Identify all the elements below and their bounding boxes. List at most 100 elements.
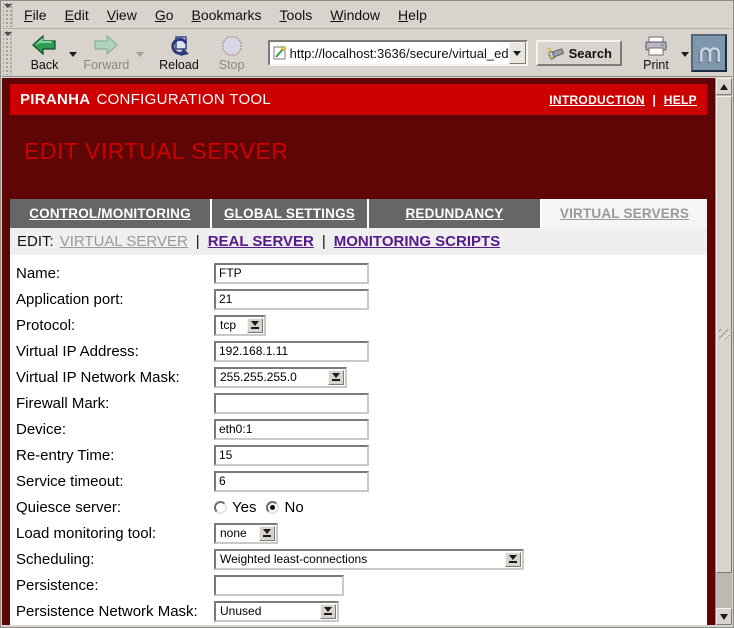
print-icon: [643, 35, 669, 57]
quiesce-server-label: Quiesce server:: [16, 499, 214, 516]
menu-tools[interactable]: Tools: [271, 3, 322, 27]
vertical-scrollbar[interactable]: [715, 78, 732, 625]
quiesce-server-radio-no[interactable]: [266, 501, 279, 514]
brand-subtitle: CONFIGURATION TOOL: [96, 91, 271, 108]
scheduling-label: Scheduling:: [16, 551, 214, 568]
firewall-mark-input[interactable]: [214, 393, 369, 414]
scrollbar-thumb[interactable]: [716, 96, 732, 573]
back-button[interactable]: Back: [22, 34, 66, 73]
scheduling-select[interactable]: Weighted least-connections: [214, 549, 524, 570]
subnav-link-virtual-server[interactable]: VIRTUAL SERVER: [60, 233, 188, 250]
menu-file[interactable]: File: [15, 3, 56, 27]
form-row-re-entry-time: Re-entry Time:: [16, 442, 707, 468]
dropdown-arrow-icon[interactable]: [328, 370, 344, 385]
quiesce-server-radio-label-yes: Yes: [232, 499, 256, 516]
load-monitoring-tool-selected-value: none: [216, 526, 247, 540]
forward-dropdown-arrow[interactable]: [133, 52, 146, 73]
form-row-device: Device:: [16, 416, 707, 442]
load-monitoring-tool-select[interactable]: none: [214, 523, 278, 544]
navigation-toolbar: Back Forward: [2, 30, 732, 77]
reload-label: Reload: [159, 58, 199, 72]
virtual-ip-network-mask-select[interactable]: 255.255.255.0: [214, 367, 347, 388]
menubar-grippy[interactable]: [3, 3, 13, 27]
dropdown-arrow-icon[interactable]: [259, 526, 275, 541]
introduction-link[interactable]: INTRODUCTION: [549, 93, 645, 107]
form-row-application-port: Application port:: [16, 286, 707, 312]
service-timeout-input[interactable]: [214, 471, 369, 492]
subnav-separator: |: [322, 233, 326, 250]
load-monitoring-tool-label: Load monitoring tool:: [16, 525, 214, 542]
print-button[interactable]: Print: [634, 34, 678, 73]
subnav-link-monitoring-scripts[interactable]: MONITORING SCRIPTS: [334, 233, 500, 250]
forward-button[interactable]: Forward: [79, 34, 133, 73]
tab-virtual-servers[interactable]: VIRTUAL SERVERS: [542, 199, 707, 228]
tab-global-settings[interactable]: GLOBAL SETTINGS: [212, 199, 369, 228]
form-row-persistence-network-mask: Persistence Network Mask:Unused: [16, 598, 707, 624]
persistence-network-mask-select[interactable]: Unused: [214, 601, 339, 622]
device-input[interactable]: [214, 419, 369, 440]
tab-label: CONTROL/MONITORING: [29, 206, 191, 221]
quiesce-server-radio-label-no: No: [284, 499, 303, 516]
url-input[interactable]: [290, 46, 509, 61]
virtual-ip-network-mask-selected-value: 255.255.255.0: [216, 370, 297, 384]
dropdown-arrow-icon[interactable]: [320, 604, 336, 619]
main-tabs: CONTROL/MONITORING GLOBAL SETTINGSREDUNDA…: [10, 199, 707, 228]
dropdown-arrow-icon[interactable]: [247, 318, 263, 333]
subnav-link-real-server[interactable]: REAL SERVER: [208, 233, 314, 250]
menu-go[interactable]: Go: [146, 3, 183, 27]
menu-view[interactable]: View: [98, 3, 146, 27]
re-entry-time-input[interactable]: [214, 445, 369, 466]
brand-piranha: PIRANHA: [20, 91, 90, 108]
menu-help[interactable]: Help: [389, 3, 436, 27]
dropdown-arrow-icon[interactable]: [505, 552, 521, 567]
persistence-network-mask-selected-value: Unused: [216, 604, 261, 618]
menu-edit[interactable]: Edit: [56, 3, 98, 27]
name-input[interactable]: [214, 263, 369, 284]
browser-viewport: PIRANHA CONFIGURATION TOOL INTRODUCTION …: [2, 78, 732, 625]
help-link[interactable]: HELP: [664, 93, 697, 107]
form-row-load-monitoring-tool: Load monitoring tool:none: [16, 520, 707, 546]
tab-label: VIRTUAL SERVERS: [560, 206, 689, 221]
toolbar-grippy[interactable]: [3, 31, 12, 75]
menu-window[interactable]: Window: [321, 3, 389, 27]
stop-button[interactable]: Stop: [210, 34, 254, 73]
firewall-mark-label: Firewall Mark:: [16, 395, 214, 412]
url-dropdown-button[interactable]: [509, 42, 526, 64]
forward-icon: [93, 35, 119, 57]
persistence-input[interactable]: [214, 575, 344, 596]
protocol-select[interactable]: tcp: [214, 315, 266, 336]
form-row-service-timeout: Service timeout:: [16, 468, 707, 494]
subnav-separator: |: [196, 233, 200, 250]
subnav-prefix: EDIT:: [17, 233, 54, 250]
virtual-ip-address-input[interactable]: [214, 341, 369, 362]
menu-bookmarks[interactable]: Bookmarks: [183, 3, 271, 27]
virtual-server-form: Name:Application port:Protocol:tcpVirtua…: [10, 255, 707, 624]
virtual-ip-address-label: Virtual IP Address:: [16, 343, 214, 360]
application-port-input[interactable]: [214, 289, 369, 310]
back-label: Back: [31, 58, 59, 72]
back-dropdown-arrow[interactable]: [66, 52, 79, 73]
quiesce-server-radio-yes[interactable]: [214, 501, 227, 514]
print-dropdown-arrow[interactable]: [678, 52, 691, 73]
reload-button[interactable]: Reload: [156, 34, 201, 73]
tab-control-monitoring[interactable]: CONTROL/MONITORING: [10, 199, 212, 228]
url-bar: [268, 40, 528, 66]
mozilla-throbber[interactable]: [691, 34, 727, 72]
piranha-page: PIRANHA CONFIGURATION TOOL INTRODUCTION …: [2, 78, 715, 625]
menu-bar-items: FileEditViewGoBookmarksToolsWindowHelp: [15, 3, 436, 27]
tab-redundancy[interactable]: REDUNDANCY: [369, 199, 542, 228]
print-label: Print: [643, 58, 669, 72]
persistence-label: Persistence:: [16, 577, 214, 594]
device-label: Device:: [16, 421, 214, 438]
scroll-down-button[interactable]: [716, 608, 732, 625]
page-header-bar: PIRANHA CONFIGURATION TOOL INTRODUCTION …: [10, 84, 707, 115]
page-bookmark-icon[interactable]: [270, 45, 290, 61]
search-button[interactable]: Search: [536, 40, 622, 66]
header-links: INTRODUCTION | HELP: [549, 93, 697, 107]
application-port-label: Application port:: [16, 291, 214, 308]
scroll-up-button[interactable]: [716, 78, 732, 95]
scheduling-selected-value: Weighted least-connections: [216, 552, 367, 566]
search-icon: [546, 45, 566, 61]
stop-label: Stop: [219, 58, 245, 72]
form-row-virtual-ip-address: Virtual IP Address:: [16, 338, 707, 364]
